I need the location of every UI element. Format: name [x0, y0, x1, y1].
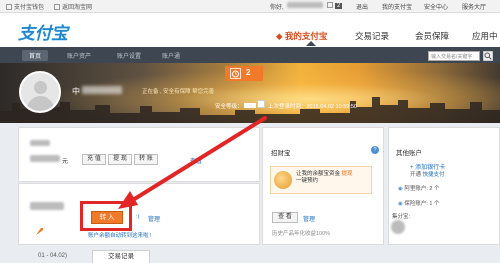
nav-member-protection[interactable]: 会员保障 — [415, 30, 449, 44]
message-count-badge: 2 — [335, 3, 343, 9]
help-icon[interactable]: ? — [371, 146, 379, 154]
back-to-taobao-link[interactable]: 返回淘宝网 — [54, 2, 92, 11]
phone-icon — [6, 4, 12, 10]
date-range: 01 - 04.02) — [38, 253, 68, 259]
service-hall-link[interactable]: 服务大厅 — [462, 2, 486, 11]
coin-stack-icon — [274, 171, 292, 189]
sub-nav: 首页 账户资产 账户设置 账户通 — [0, 47, 500, 63]
my-alipay-link[interactable]: 我的支付宝 — [382, 2, 412, 11]
user-name: 中 — [72, 87, 80, 96]
taobao-icon — [54, 4, 60, 10]
rocket-icon — [36, 228, 43, 235]
tab-settings[interactable]: 账户设置 — [110, 50, 148, 61]
logout-link[interactable]: 退出 — [356, 2, 368, 11]
zhaocaibao-title: 招财宝 — [271, 150, 291, 157]
alarm-notification[interactable]: 2 — [225, 66, 263, 81]
yuebao-amount-blurred — [30, 202, 64, 210]
user-icon: ◉ — [398, 186, 403, 192]
balance-amount-blurred — [30, 155, 60, 162]
top-bar: 支付宝钱包 返回淘宝网 你好, 2 退出 我的支付宝 安全中心 服务大厅 — [0, 0, 500, 13]
balance-blurred — [30, 140, 50, 146]
active-nav-indicator — [306, 41, 316, 46]
nav-transactions[interactable]: 交易记录 — [355, 30, 389, 44]
security-level-label: 安全等级： — [215, 104, 243, 110]
alarm-clock-icon — [230, 68, 241, 79]
security-detail-icon[interactable] — [257, 100, 265, 108]
alarm-count: 2 — [246, 68, 251, 77]
wallet-link[interactable]: 支付宝钱包 — [6, 2, 44, 11]
zhaocaibao-view-button[interactable]: 查 看 — [272, 212, 298, 223]
nav-my-alipay[interactable]: ◆ 我的支付宝 — [276, 30, 327, 44]
points-label: 集分宝: — [392, 214, 411, 220]
profile-tip[interactable]: 正在备 , 安全有保障 帮您完善 — [142, 87, 214, 95]
shield-icon: ◉ — [398, 201, 403, 207]
quick-pay-link[interactable]: 快捷支付 — [423, 172, 445, 178]
search-input[interactable]: 输入交易名/关键字 — [428, 51, 480, 61]
security-center-link[interactable]: 安全中心 — [424, 2, 448, 11]
zhaocaibao-manage-link[interactable]: 管理 — [303, 214, 315, 223]
mail-icon — [327, 2, 333, 8]
search-icon[interactable] — [483, 51, 493, 61]
insurance-accounts-count[interactable]: ◉ 保险账户: 1 个 — [398, 199, 440, 207]
user-name-blurred — [82, 86, 122, 94]
annotation-arrow — [118, 116, 267, 209]
nav-app-center[interactable]: 应用中 — [472, 30, 498, 44]
username-blurred — [287, 2, 323, 8]
security-level-bar — [244, 103, 256, 108]
yuebao-note[interactable]: 账户余额自动转到这来啦 ! — [88, 231, 152, 239]
tab-transaction-records[interactable]: 交易记录 — [92, 250, 150, 263]
tab-assets[interactable]: 账户资产 — [60, 50, 98, 61]
alipay-logo[interactable]: 支付宝 — [18, 19, 68, 44]
messages-button[interactable]: 2 — [327, 2, 343, 9]
points-badge-blurred — [391, 220, 405, 234]
avatar[interactable] — [19, 71, 61, 113]
tab-home[interactable]: 首页 — [22, 50, 49, 61]
greeting: 你好, — [270, 5, 284, 11]
alipay-accounts-count[interactable]: ◉ 阿里账户: 2 个 — [398, 184, 440, 192]
yuebao-manage-link[interactable]: 管理 — [148, 214, 160, 223]
last-login-time: 上次登录时间：2015.04.02 10:59:50 — [268, 104, 357, 110]
zhaocaibao-ad[interactable]: 让我的余额宝资金 提现 一键预约 — [270, 166, 372, 194]
balance-unit: 元 — [62, 159, 69, 165]
zhaocaibao-yield-note: 历史产品年化收益100% — [272, 231, 331, 237]
open-quick-pay-label: 开通 快捷支付 — [410, 172, 445, 178]
tab-account-link[interactable]: 账户通 — [155, 50, 187, 61]
other-accounts-title: 其他账户 — [396, 150, 422, 157]
